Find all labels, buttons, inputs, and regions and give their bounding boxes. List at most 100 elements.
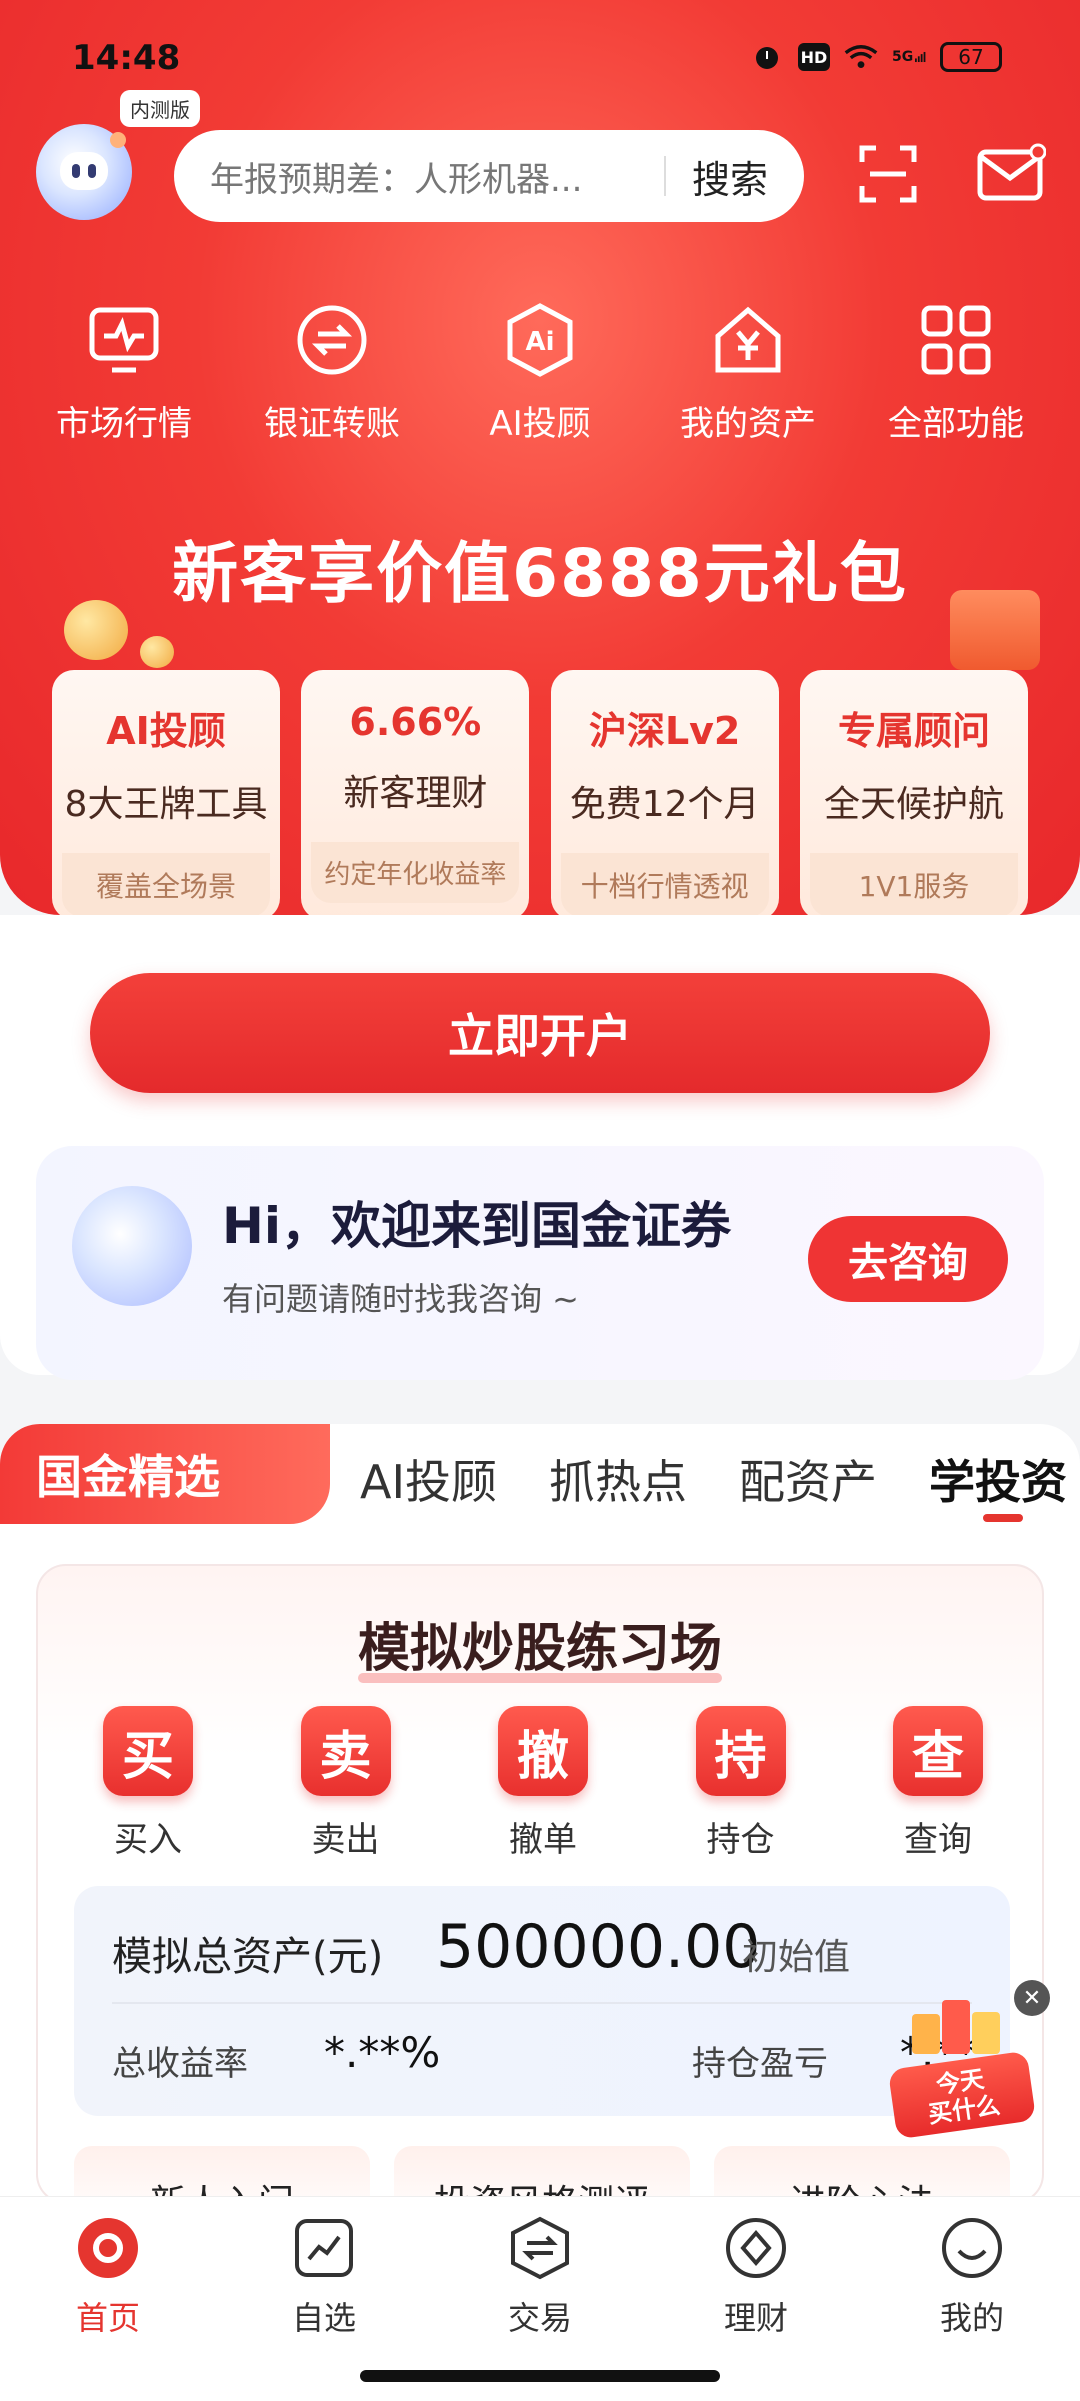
sim-sell[interactable]: 卖 卖出 [296,1706,396,1861]
floating-ad[interactable]: 今天 买什么 ✕ [887,1980,1050,2140]
tab-allocation[interactable]: 配资产 [739,1446,877,1512]
nav-profile[interactable]: 我的 [897,2213,1047,2339]
holdings-icon: 持 [695,1706,786,1796]
gesture-bar [360,2370,720,2382]
promo-card[interactable]: 沪深Lv2 免费12个月 十档行情透视 [550,670,779,920]
assistant-avatar[interactable] [36,124,132,220]
rate-value: *.**% [324,2028,441,2077]
quick-actions: 市场行情 银证转账 Ai AI投顾 我的资产 全部功能 [0,300,1080,445]
nav-watchlist[interactable]: 自选 [249,2213,399,2339]
quick-all[interactable]: 全部功能 [861,300,1051,445]
avatar-dot [110,132,126,148]
avatar-eye-left [72,164,80,178]
sim-assets[interactable]: 模拟总资产(元) 500000.00 初始值 总收益率 *.**% 持仓盈亏 *… [74,1886,1010,2116]
welcome-subtitle: 有问题请随时找我咨询 ~ [222,1280,579,1318]
nav-label: 首页 [75,2299,140,2337]
quick-label: 我的资产 [680,404,816,444]
op-label: 撤单 [509,1820,577,1860]
card-title: 专属顾问 [837,709,990,753]
nav-label: 自选 [291,2299,356,2337]
quick-assets[interactable]: 我的资产 [653,300,843,445]
consult-button[interactable]: 去咨询 [808,1216,1008,1302]
battery-icon: 67 [940,42,1002,72]
tab-ai-advisor[interactable]: AI投顾 [360,1446,497,1512]
nav-label: 我的 [939,2299,1004,2337]
nav-trade[interactable]: 交易 [465,2213,615,2339]
assets-value: 500000.00 [436,1912,761,1982]
card-subtitle: 全天候护航 [823,784,1004,825]
transfer-icon [292,300,372,380]
op-label: 持仓 [706,1820,775,1860]
scan-icon[interactable] [856,142,920,206]
card-note: 1V1服务 [809,853,1018,917]
trade-icon [505,2213,575,2283]
card-title: 6.66% [349,700,482,744]
op-label: 买入 [114,1820,182,1860]
profile-icon [937,2213,1007,2283]
nav-label: 理财 [723,2299,788,2337]
card-note: 覆盖全场景 [62,853,270,917]
tab-hot-spots[interactable]: 抓热点 [549,1446,687,1512]
search-input[interactable]: 年报预期差：人形机器... [174,152,664,201]
promo-card[interactable]: AI投顾 8大王牌工具 覆盖全场景 [52,670,280,920]
quick-label: 市场行情 [56,404,192,444]
battery-level: 67 [958,45,984,69]
monitor-chart-icon [84,300,164,380]
welcome-card: Hi，欢迎来到国金证券 有问题请随时找我咨询 ~ 去咨询 [36,1146,1044,1380]
watchlist-icon [289,2213,359,2283]
svg-text:Ai: Ai [525,327,554,357]
open-account-button[interactable]: 立即开户 [90,973,990,1093]
promo-card[interactable]: 6.66% 新客理财 约定年化收益率 [301,670,530,920]
assets-label: 模拟总资产(元) [112,1934,384,1980]
coin-decoration [140,636,174,668]
card-note: 约定年化收益率 [311,842,520,903]
sim-buy[interactable]: 买 买入 [98,1706,198,1861]
sim-title: 模拟炒股练习场 [357,1606,723,1683]
pnl-label: 持仓盈亏 [692,2044,828,2084]
quick-label: AI投顾 [489,404,591,444]
ai-icon: Ai [500,300,580,380]
assets-init: 初始值 [742,1937,851,1978]
network-label: 5G [892,49,914,65]
gift-boxes-icon [912,2000,1000,2054]
sim-cancel[interactable]: 撤 撤单 [493,1706,593,1861]
home-icon [73,2213,143,2283]
sim-ops: 买 买入 卖 卖出 撤 撤单 持 持仓 查 查询 [98,1706,988,1861]
sell-icon: 卖 [300,1706,391,1796]
avatar-face [60,152,108,190]
nav-wealth[interactable]: 理财 [681,2213,831,2339]
rate-label: 总收益率 [112,2044,248,2084]
op-label: 查询 [904,1820,972,1860]
buy-icon: 买 [103,1706,193,1796]
sim-holdings[interactable]: 持 持仓 [691,1706,791,1861]
signal-icon: 5G [892,40,926,74]
card-subtitle: 免费12个月 [569,784,760,825]
close-icon[interactable]: ✕ [1014,1980,1050,2016]
promo-card[interactable]: 专属顾问 全天候护航 1V1服务 [799,670,1028,920]
quick-ai[interactable]: Ai AI投顾 [445,300,635,445]
wealth-icon [721,2213,791,2283]
avatar-eye-right [88,164,96,178]
tab-learn[interactable]: 学投资 [929,1446,1067,1522]
tab-featured[interactable]: 国金精选 [0,1424,330,1524]
search-button[interactable]: 搜索 [666,149,804,204]
grid-icon [916,300,996,380]
beta-badge: 内测版 [120,90,200,127]
search-bar[interactable]: 年报预期差：人形机器... 搜索 [174,130,804,222]
quick-label: 全部功能 [888,404,1024,444]
hd-icon: HD [798,43,830,71]
quick-transfer[interactable]: 银证转账 [237,300,427,445]
gift-decoration [950,590,1040,670]
op-label: 卖出 [311,1820,380,1860]
card-note: 十档行情透视 [560,853,769,917]
card-subtitle: 新客理财 [343,773,488,814]
nav-label: 交易 [507,2299,572,2337]
quick-market[interactable]: 市场行情 [29,300,219,445]
assistant-avatar-large [72,1186,192,1306]
alarm-icon [750,40,784,74]
sim-query[interactable]: 查 查询 [888,1706,988,1861]
mail-icon[interactable] [976,142,1047,206]
card-title: AI投顾 [106,709,226,753]
status-time: 14:48 [72,38,181,78]
nav-home[interactable]: 首页 [33,2213,183,2339]
